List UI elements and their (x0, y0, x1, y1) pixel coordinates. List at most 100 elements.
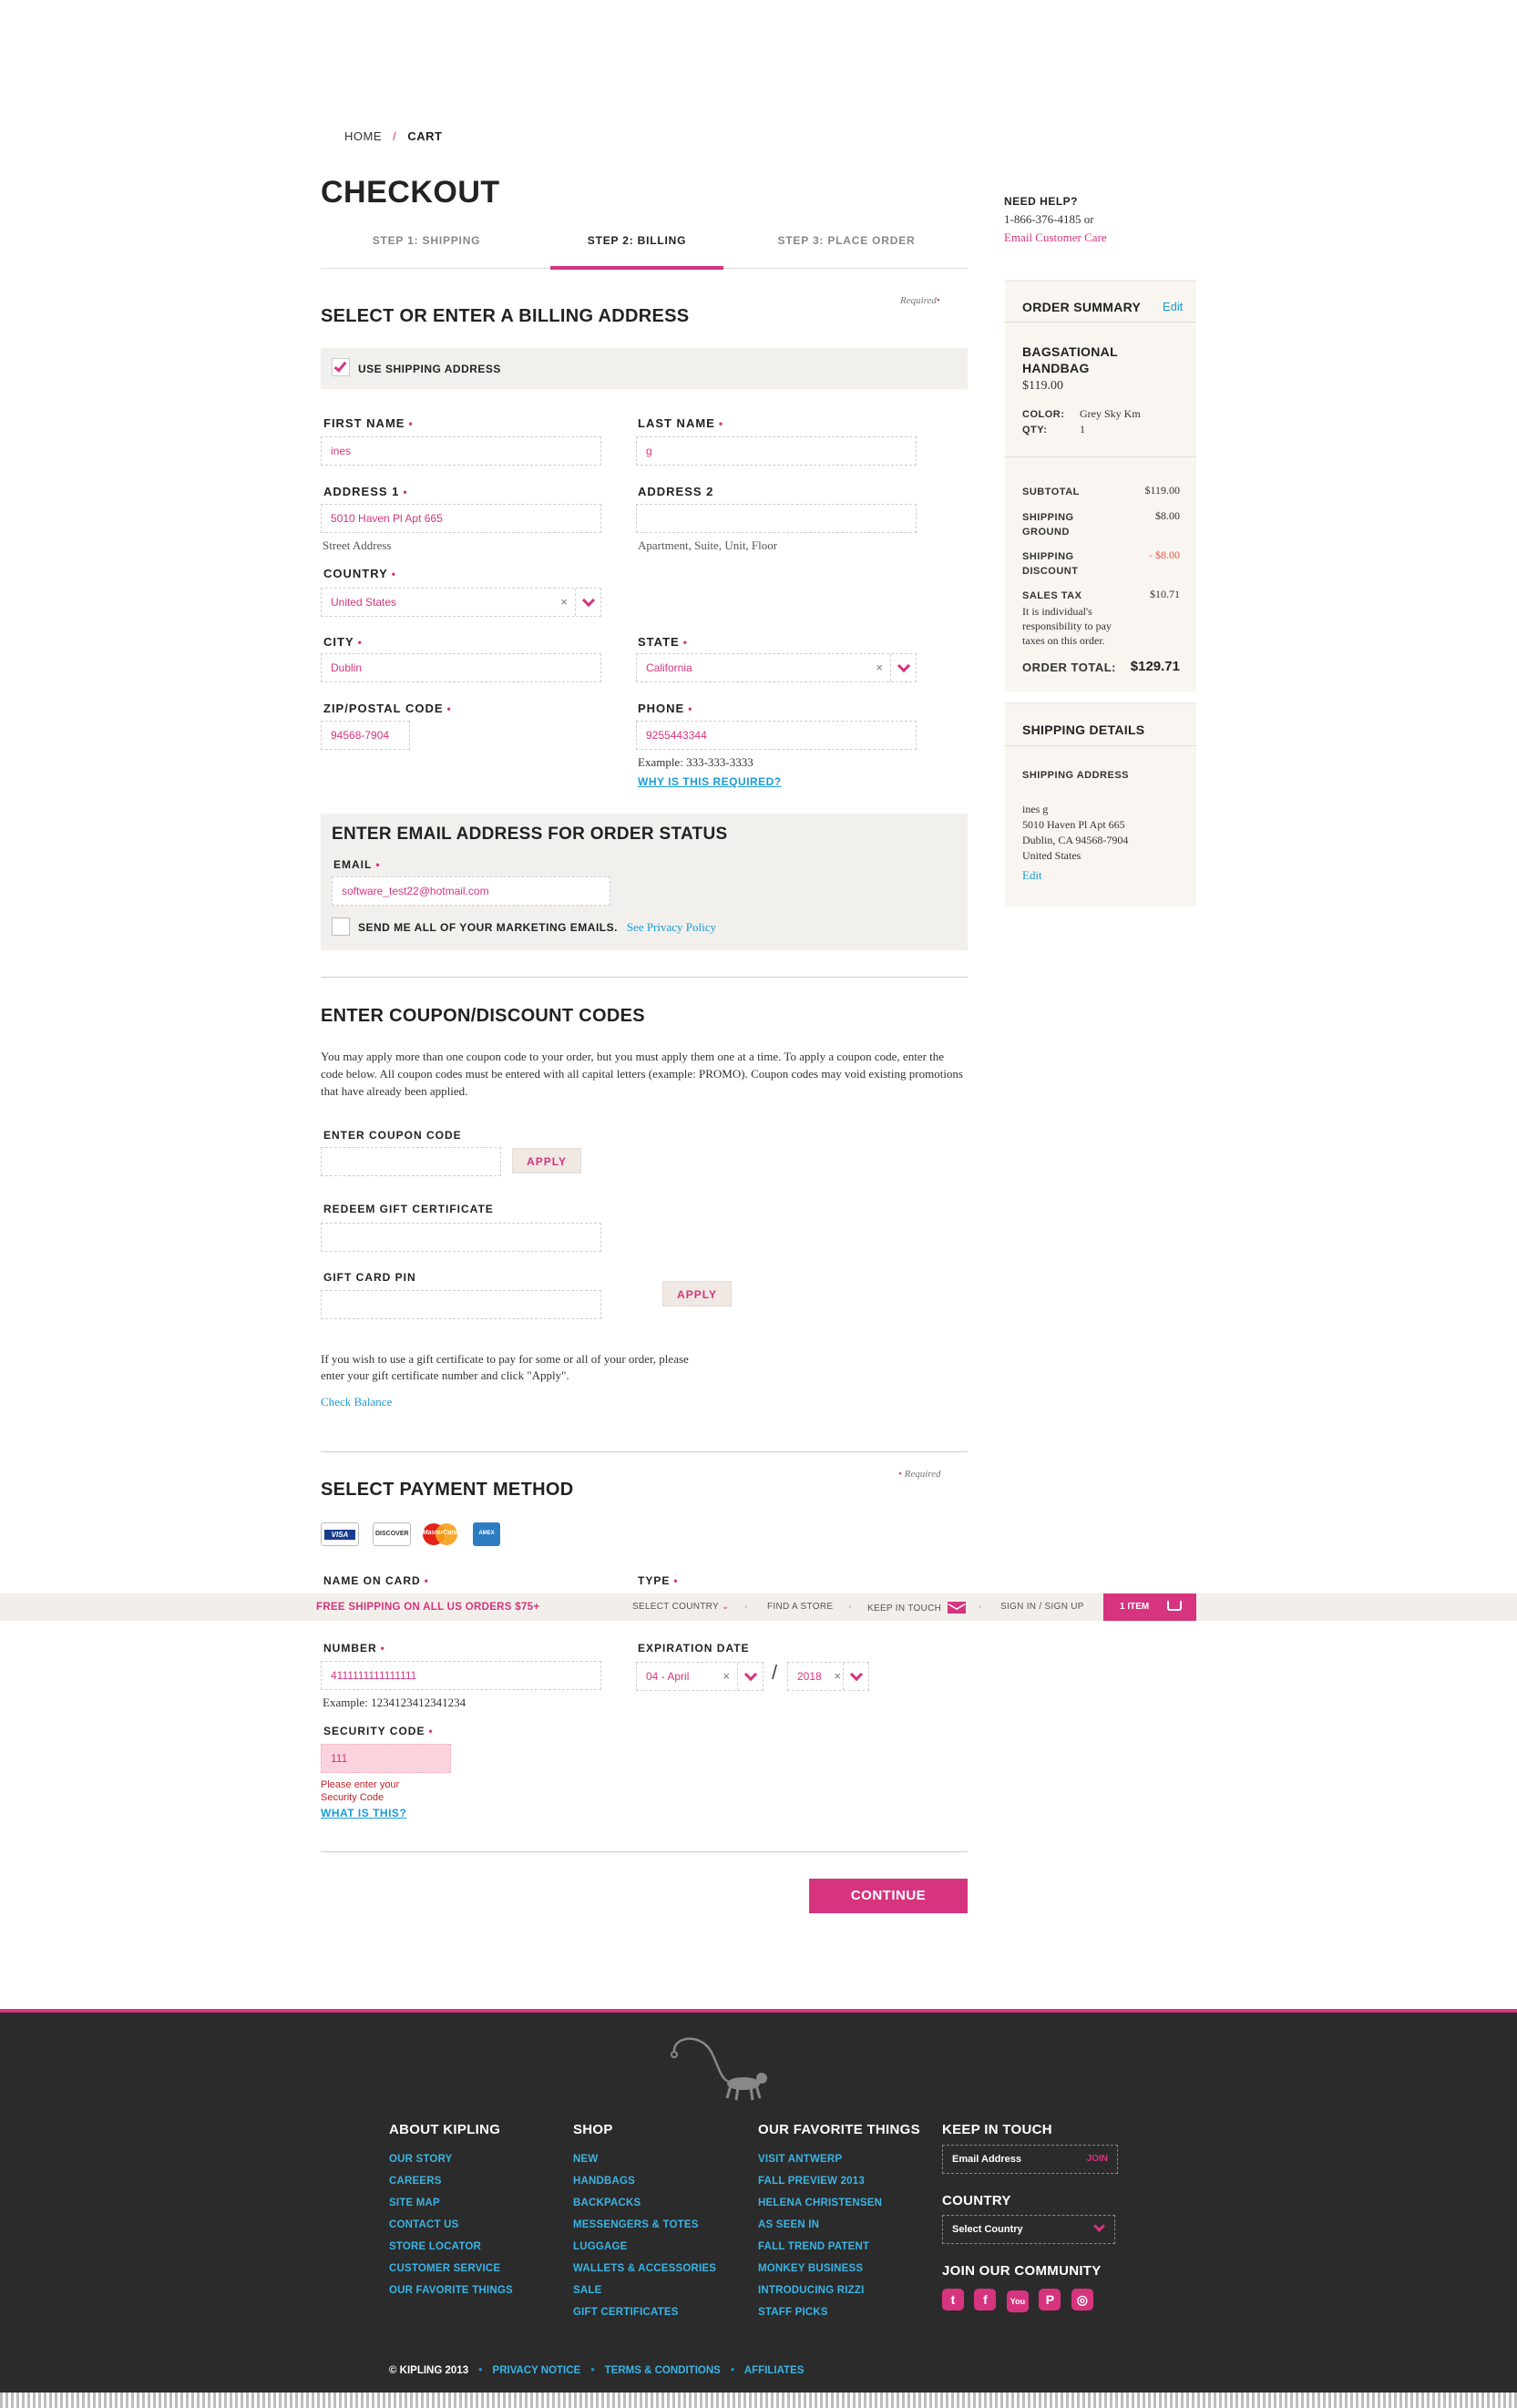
footer-link[interactable]: OUR FAVORITE THINGS (389, 2285, 513, 2296)
affiliates-link[interactable]: AFFILIATES (744, 2365, 805, 2376)
footer-link[interactable]: CUSTOMER SERVICE (389, 2263, 513, 2274)
billing-title: SELECT OR ENTER A BILLING ADDRESS (321, 306, 690, 326)
step-shipping[interactable]: STEP 1: SHIPPING (321, 234, 532, 247)
clear-icon[interactable]: × (560, 595, 568, 609)
footer-link[interactable]: HELENA CHRISTENSEN (758, 2198, 920, 2208)
footer-link[interactable]: INTRODUCING RIZZI (758, 2285, 920, 2296)
footer-link[interactable]: SALE (573, 2285, 716, 2296)
footer-link[interactable]: FALL PREVIEW 2013 (758, 2176, 920, 2187)
pinterest-icon[interactable]: P (1039, 2289, 1061, 2311)
footer-link[interactable]: FALL TREND PATENT (758, 2241, 920, 2252)
what-is-this-link[interactable]: WHAT IS THIS? (321, 1807, 406, 1819)
country-select-value: Select Country (952, 2224, 1023, 2235)
youtube-icon[interactable]: You (1006, 2290, 1029, 2312)
chevron-down-icon[interactable] (890, 654, 916, 681)
email-customer-care-link[interactable]: Email Customer Care (1004, 231, 1204, 245)
chevron-down-icon[interactable] (575, 589, 600, 616)
security-code-input[interactable]: 111 (321, 1744, 451, 1773)
zip-input[interactable]: 94568-7904 (321, 721, 410, 750)
divider (321, 1451, 968, 1452)
visa-card-label: VISA (324, 1530, 355, 1540)
instagram-icon[interactable]: ◎ (1071, 2289, 1093, 2311)
facebook-icon[interactable]: f (974, 2289, 997, 2311)
use-shipping-box: USE SHIPPING ADDRESS (321, 348, 968, 389)
address1-input[interactable]: 5010 Haven Pl Apt 665 (321, 504, 601, 533)
shipping-line2: Dublin, CA 94568-7904 (1022, 834, 1129, 846)
footer-link[interactable]: AS SEEN IN (758, 2219, 920, 2230)
select-country-dropdown[interactable]: SELECT COUNTRY ⌄ (632, 1602, 730, 1612)
footer-link[interactable]: OUR STORY (389, 2154, 513, 2165)
exp-month-select[interactable]: 04 - April × (636, 1662, 764, 1691)
gift-pin-input[interactable] (321, 1290, 601, 1319)
terms-link[interactable]: TERMS & CONDITIONS (605, 2365, 721, 2376)
mastercard-label: MasterCard (422, 1530, 458, 1536)
footer-link[interactable]: NEW (573, 2154, 716, 2165)
footer-link[interactable]: STORE LOCATOR (389, 2241, 513, 2252)
footer-link[interactable]: LUGGAGE (573, 2241, 716, 2252)
join-button[interactable]: JOIN (1087, 2154, 1108, 2164)
signin-link[interactable]: SIGN IN / SIGN UP (1000, 1602, 1084, 1612)
footer-legal: © KIPLING 2013 • PRIVACY NOTICE • TERMS … (389, 2365, 805, 2376)
chevron-down-icon[interactable] (843, 1663, 868, 1690)
footer-link[interactable]: SITE MAP (389, 2198, 513, 2208)
clear-icon[interactable]: × (876, 661, 883, 674)
last-name-input[interactable]: g (636, 436, 917, 466)
check-balance-link[interactable]: Check Balance (321, 1395, 392, 1409)
phone-input[interactable]: 9255443344 (636, 721, 917, 750)
email-label: EMAIL • (333, 858, 381, 871)
footer-link[interactable]: HANDBAGS (573, 2176, 716, 2187)
card-number-input[interactable]: 4111111111111111 (321, 1661, 601, 1690)
subtotal-value: $119.00 (1144, 484, 1180, 497)
privacy-policy-link[interactable]: See Privacy Policy (627, 920, 716, 934)
footer-email-input[interactable]: Email Address JOIN (942, 2145, 1118, 2174)
find-store-link[interactable]: FIND A STORE (767, 1602, 833, 1612)
footer-link[interactable]: WALLETS & ACCESSORIES (573, 2263, 716, 2274)
clear-icon[interactable]: × (834, 1669, 841, 1683)
tumblr-icon[interactable]: t (942, 2289, 964, 2311)
footer-link[interactable]: MESSENGERS & TOTES (573, 2219, 716, 2230)
chevron-down-icon[interactable] (737, 1663, 763, 1690)
marketing-checkbox[interactable] (332, 917, 350, 936)
footer-link[interactable]: BACKPACKS (573, 2198, 716, 2208)
footer-link[interactable]: VISIT ANTWERP (758, 2154, 920, 2165)
coupon-code-input[interactable] (321, 1147, 501, 1176)
city-input[interactable]: Dublin (321, 653, 601, 682)
breadcrumb-separator: / (393, 129, 397, 143)
country-select[interactable]: United States × (321, 588, 601, 617)
shipping-details: SHIPPING DETAILS SHIPPING ADDRESS ines g… (1005, 702, 1196, 907)
zip-label: ZIP/POSTAL CODE • (323, 702, 452, 715)
shipping-edit-link[interactable]: Edit (1022, 868, 1042, 883)
email-input[interactable]: software_test22@hotmail.com (332, 876, 610, 906)
footer-link[interactable]: CAREERS (389, 2176, 513, 2187)
footer-link[interactable]: STAFF PICKS (758, 2307, 920, 2318)
address1-label: ADDRESS 1 • (323, 485, 408, 498)
privacy-notice-link[interactable]: PRIVACY NOTICE (493, 2365, 581, 2376)
mastercard-icon: MasterCard (421, 1522, 459, 1546)
footer-link[interactable]: CONTACT US (389, 2219, 513, 2230)
exp-year-select[interactable]: 2018 × (787, 1662, 869, 1691)
cart-button[interactable]: 1 ITEM (1103, 1593, 1196, 1621)
footer-shop-title: SHOP (573, 2122, 613, 2137)
breadcrumb-home[interactable]: HOME (344, 129, 382, 143)
footer-bottom-stitch (0, 2393, 1517, 2408)
footer-link[interactable]: MONKEY BUSINESS (758, 2263, 920, 2274)
apply-gift-button[interactable]: APPLY (662, 1281, 732, 1306)
use-shipping-checkbox[interactable] (332, 358, 350, 376)
clear-icon[interactable]: × (723, 1669, 730, 1683)
keep-in-touch-link[interactable]: KEEP IN TOUCH (867, 1599, 967, 1614)
discount-label: SHIPPING DISCOUNT (1022, 551, 1079, 577)
apply-coupon-button[interactable]: APPLY (512, 1148, 581, 1173)
address1-hint: Street Address (323, 538, 392, 552)
address2-input[interactable] (636, 504, 917, 533)
state-select[interactable]: California × (636, 653, 917, 682)
first-name-input[interactable]: ines (321, 436, 601, 466)
footer-link[interactable]: GIFT CERTIFICATES (573, 2307, 716, 2318)
step-billing: STEP 2: BILLING (587, 234, 687, 247)
footer-country-select[interactable]: Select Country (942, 2215, 1115, 2244)
gift-certificate-input[interactable] (321, 1223, 601, 1252)
continue-button[interactable]: CONTINUE (809, 1879, 968, 1913)
order-summary-edit-link[interactable]: Edit (1163, 300, 1183, 313)
coupon-description: You may apply more than one coupon code … (321, 1050, 963, 1098)
why-required-link[interactable]: WHY IS THIS REQUIRED? (638, 775, 782, 788)
amex-card-label: AMEX (478, 1531, 495, 1536)
